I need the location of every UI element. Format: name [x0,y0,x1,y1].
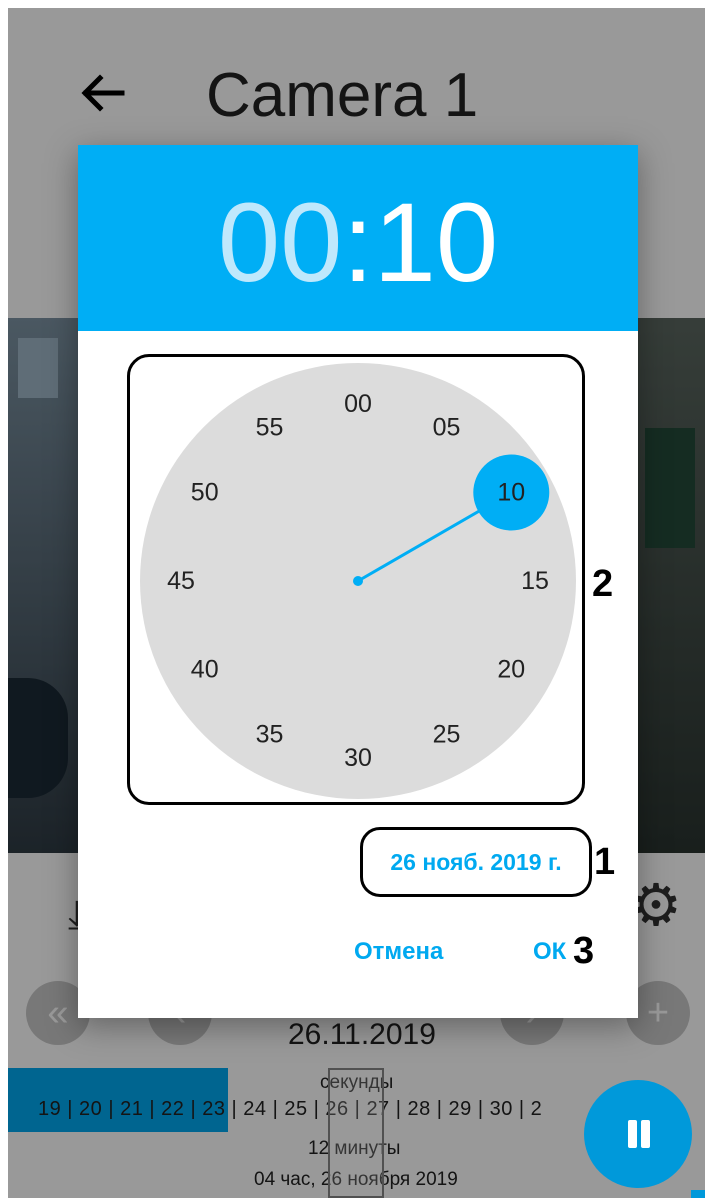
pause-icon [628,1120,637,1148]
time-separator: : [342,180,374,305]
minutes-display[interactable]: 10 [374,180,499,305]
cancel-button[interactable]: Отмена [354,938,443,966]
minute-dial[interactable]: 00 05 10 15 20 25 30 35 40 45 50 55 [140,363,576,799]
dial-number-00[interactable]: 00 [344,390,372,418]
date-button[interactable]: 26 нояб. 2019 г. [360,827,592,897]
dial-number-55[interactable]: 55 [256,414,284,442]
dial-number-20[interactable]: 20 [497,656,525,684]
dial-number-05[interactable]: 05 [433,414,461,442]
dial-number-10[interactable]: 10 [497,479,525,507]
dial-number-25[interactable]: 25 [433,720,461,748]
time-display: 00:10 [78,183,638,303]
dial-number-40[interactable]: 40 [191,656,219,684]
screen: Camera 1 ⤓ ⚙ « ‹ › + 26.11.2019 секунды … [8,8,705,1198]
dial-center-dot [353,576,363,586]
hours-display[interactable]: 00 [218,180,343,305]
time-picker-dialog: 00:10 00 05 10 15 20 25 30 35 40 45 50 55 26 нояб. … [78,145,638,1018]
dial-number-45[interactable]: 45 [167,567,195,595]
time-picker-header: 00:10 [78,145,638,331]
dial-number-30[interactable]: 30 [344,744,372,772]
callout-dial: 2 [592,563,614,605]
dial-number-35[interactable]: 35 [256,720,284,748]
dial-number-50[interactable]: 50 [191,479,219,507]
pause-button[interactable] [584,1080,692,1188]
callout-date: 1 [594,841,616,883]
dial-number-15[interactable]: 15 [521,567,549,595]
callout-ok: 3 [573,930,595,972]
ok-button[interactable]: ОК [533,938,566,966]
